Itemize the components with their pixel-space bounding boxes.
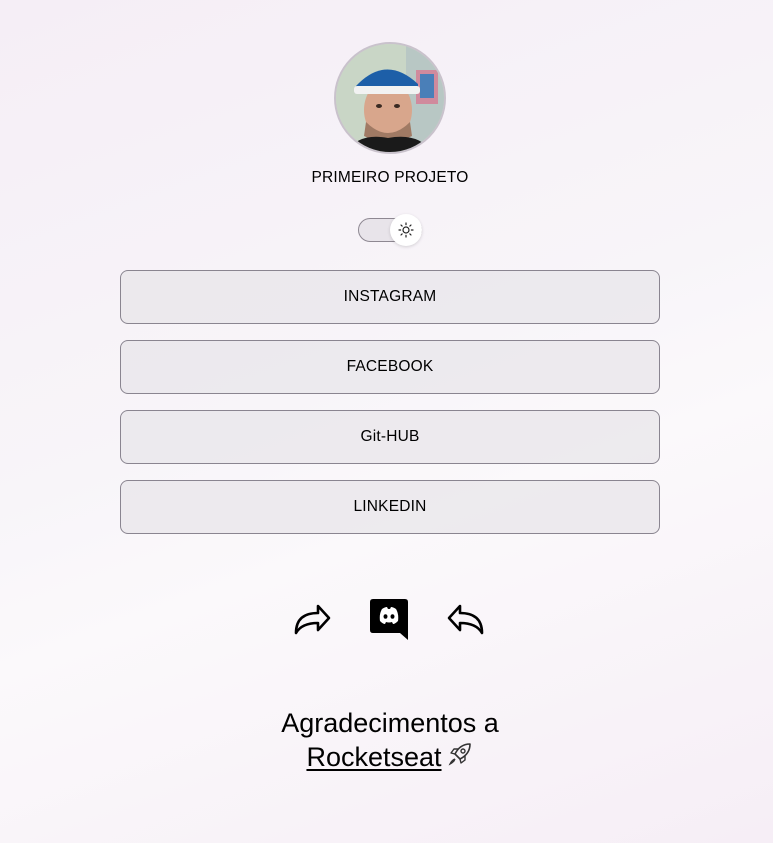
thanks-text: Agradecimentos a bbox=[281, 708, 499, 738]
toggle-knob[interactable] bbox=[390, 214, 422, 246]
github-button[interactable]: Git-HUB bbox=[120, 410, 660, 464]
linkedin-button[interactable]: LINKEDIN bbox=[120, 480, 660, 534]
linkedin-label: LINKEDIN bbox=[353, 498, 427, 515]
discord-button[interactable] bbox=[368, 596, 410, 642]
theme-toggle[interactable] bbox=[358, 214, 422, 246]
instagram-button[interactable]: INSTAGRAM bbox=[120, 270, 660, 324]
github-label: Git-HUB bbox=[360, 428, 420, 445]
reply-back-button[interactable] bbox=[445, 596, 487, 642]
facebook-label: FACEBOOK bbox=[346, 358, 434, 375]
instagram-label: INSTAGRAM bbox=[343, 288, 437, 305]
reply-back-icon bbox=[447, 604, 484, 635]
facebook-button[interactable]: FACEBOOK bbox=[120, 340, 660, 394]
rocketseat-link[interactable]: Rocketseat bbox=[306, 742, 441, 772]
profile-photo bbox=[336, 44, 444, 152]
footer-thanks: Agradecimentos a Rocketseat bbox=[0, 706, 773, 776]
page-title: PRIMEIRO PROJETO bbox=[311, 169, 469, 186]
avatar bbox=[334, 42, 446, 154]
sun-icon bbox=[398, 222, 414, 238]
share-forward-button[interactable] bbox=[291, 596, 333, 642]
share-forward-icon bbox=[294, 604, 331, 635]
discord-icon bbox=[370, 599, 408, 640]
thanks-link-line: Rocketseat bbox=[0, 740, 773, 776]
rocket-icon bbox=[446, 740, 474, 776]
